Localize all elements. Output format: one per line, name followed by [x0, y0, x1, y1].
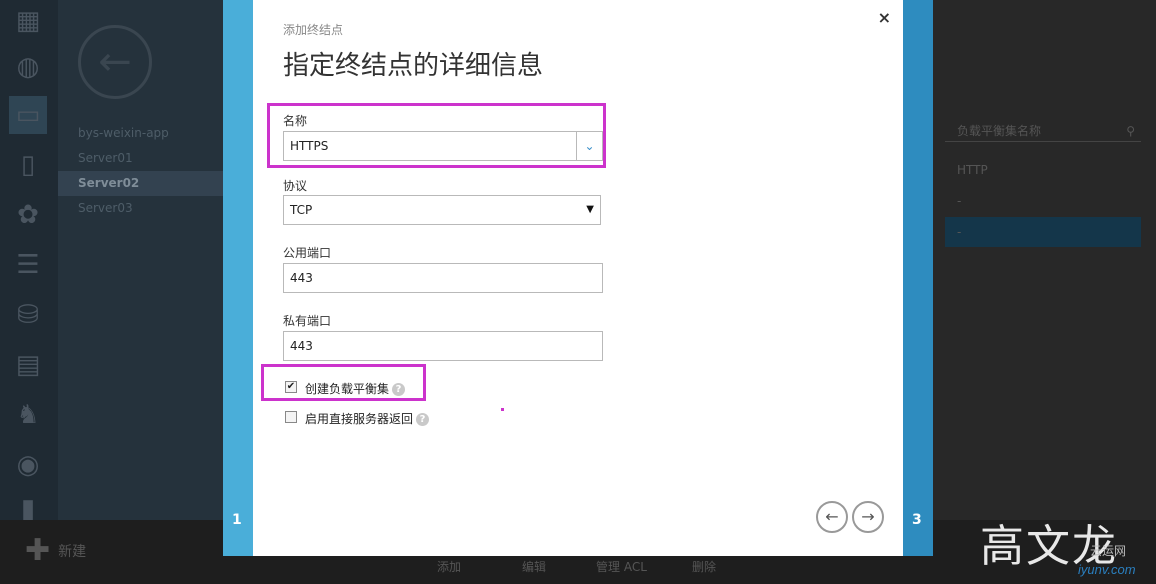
new-button-label: 新建: [58, 544, 87, 560]
subnav-item[interactable]: Server03: [58, 196, 223, 221]
add-command[interactable]: 添加: [437, 558, 461, 575]
all-items-grid-icon[interactable]: ▦: [9, 2, 47, 40]
annotation-dot: [501, 408, 504, 411]
vm-subnav: ← bys-weixin-app Server01 Server02 Serve…: [58, 0, 223, 520]
edit-command[interactable]: 编辑: [522, 558, 546, 575]
list-row[interactable]: -: [945, 186, 1141, 216]
subnav-item-selected[interactable]: Server02: [58, 171, 223, 196]
step-number: 3: [912, 512, 922, 528]
dsr-label: 启用直接服务器返回?: [305, 410, 430, 427]
dsr-text: 启用直接服务器返回: [305, 412, 414, 426]
back-arrow-icon[interactable]: ←: [78, 25, 152, 99]
protocol-value: TCP: [290, 203, 313, 217]
plus-icon: ✚: [25, 533, 51, 568]
hdinsight-icon[interactable]: ♞: [9, 396, 47, 434]
list-row-selected[interactable]: -: [945, 217, 1141, 247]
media-services-icon[interactable]: ◉: [9, 446, 47, 484]
private-port-label: 私有端口: [283, 314, 332, 328]
page-title: 指定终结点的详细信息: [283, 51, 544, 81]
column-header[interactable]: 负载平衡集名称 ⚲: [945, 120, 1141, 142]
next-button[interactable]: →: [852, 501, 884, 533]
watermark-site: iyunv.com: [1078, 562, 1136, 577]
protocol-select[interactable]: TCP ▼: [283, 195, 601, 225]
highlight-box: [267, 103, 606, 168]
public-port-input[interactable]: 443: [283, 263, 603, 293]
column-header-label: 负载平衡集名称: [957, 124, 1042, 138]
subnav-item[interactable]: Server01: [58, 146, 223, 171]
add-endpoint-dialog: × 添加终结点 指定终结点的详细信息 名称 HTTPS ⌄ 协议 TCP ▼ 公…: [253, 0, 903, 556]
dsr-checkbox[interactable]: [285, 411, 297, 423]
cloud-services-icon[interactable]: ✿: [9, 196, 47, 234]
protocol-label: 协议: [283, 179, 308, 193]
previous-button[interactable]: ←: [816, 501, 848, 533]
sql-database-icon[interactable]: ⛁: [9, 296, 47, 334]
dialog-subtitle: 添加终结点: [283, 23, 344, 37]
wizard-step-strip-right: 3: [903, 0, 933, 556]
public-port-label: 公用端口: [283, 246, 332, 260]
batch-icon[interactable]: ☰: [9, 246, 47, 284]
highlight-box: [261, 364, 426, 401]
help-icon[interactable]: ?: [416, 413, 430, 426]
list-row[interactable]: HTTP: [945, 155, 1141, 185]
virtual-machines-icon[interactable]: ▭: [9, 96, 47, 134]
watermark-site-cn: 云运网: [1090, 544, 1127, 558]
service-rail: ▦ ◍ ▭ ▯ ✿ ☰ ⛁ ▤ ♞ ◉ ▮: [0, 0, 58, 524]
delete-command[interactable]: 删除: [692, 558, 716, 575]
dropdown-arrow-icon: ▼: [586, 204, 594, 215]
close-icon[interactable]: ×: [878, 8, 891, 27]
endpoints-list-pane: 负载平衡集名称 ⚲ HTTP - -: [933, 0, 1156, 520]
new-button[interactable]: ✚ 新建: [25, 533, 87, 568]
search-icon[interactable]: ⚲: [1126, 120, 1135, 142]
storage-icon[interactable]: ▤: [9, 346, 47, 384]
web-sites-icon[interactable]: ◍: [9, 48, 47, 86]
private-port-input[interactable]: 443: [283, 331, 603, 361]
subnav-item[interactable]: bys-weixin-app: [58, 121, 223, 146]
step-number: 1: [232, 512, 242, 528]
manage-acl-command[interactable]: 管理 ACL: [596, 558, 647, 575]
wizard-step-strip-left: 1: [223, 0, 253, 556]
mobile-services-icon[interactable]: ▯: [9, 146, 47, 184]
